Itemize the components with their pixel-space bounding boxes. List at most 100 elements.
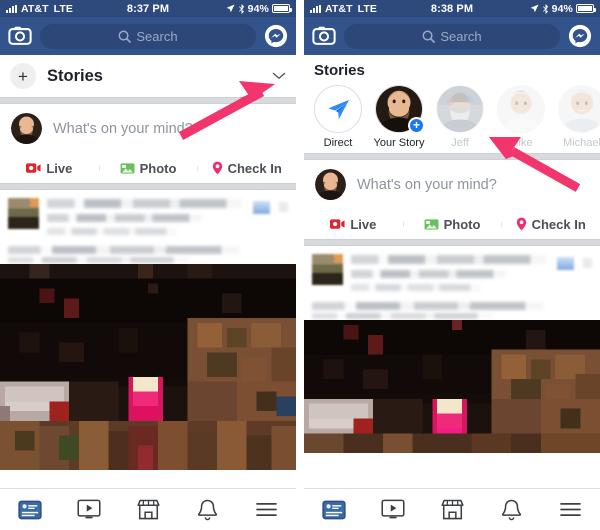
story-item-your-story[interactable]: + Your Story: [373, 85, 425, 149]
search-input[interactable]: Search: [344, 23, 560, 49]
messenger-icon[interactable]: [568, 24, 592, 48]
pixelated-food-photo: [0, 264, 296, 470]
story-avatar-mike[interactable]: [497, 85, 545, 133]
blurred-post-menu: [583, 258, 592, 268]
live-label: Live: [350, 216, 377, 232]
status-left-group: AT&T LTE: [6, 3, 73, 15]
blurred-post-header: [0, 190, 296, 264]
plus-icon: +: [18, 66, 28, 86]
bluetooth-icon: [542, 3, 548, 14]
messenger-icon[interactable]: [264, 24, 288, 48]
post-divider-band: [304, 239, 600, 246]
right-composer-actions: Live Photo Check In: [304, 209, 600, 239]
network-label: LTE: [357, 2, 377, 15]
battery-icon: [272, 4, 292, 13]
right-status-bar: AT&T LTE 8:38 PM 94%: [304, 0, 600, 17]
avatar-ring: [497, 85, 545, 133]
paper-plane-icon: [327, 99, 349, 119]
right-tab-bar: [304, 488, 600, 530]
post-divider-band: [0, 183, 296, 190]
add-story-button[interactable]: +: [10, 63, 36, 89]
avatar-ring: [558, 85, 600, 133]
status-right-group: 94%: [530, 2, 596, 15]
chevron-down-icon[interactable]: [272, 71, 286, 81]
tab-news-feed[interactable]: [304, 500, 363, 520]
tab-notifications[interactable]: [178, 499, 237, 521]
add-to-story-badge[interactable]: +: [408, 117, 425, 134]
status-left-group: AT&T LTE: [310, 3, 377, 15]
live-label: Live: [46, 160, 73, 176]
location-pin-icon: [516, 217, 526, 231]
photo-icon: [120, 162, 135, 174]
post-photo[interactable]: [304, 320, 600, 453]
composer-placeholder: What's on your mind?: [53, 120, 193, 137]
right-phone-screenshot: AT&T LTE 8:38 PM 94% Search Stories Dire…: [304, 0, 600, 530]
menu-hamburger-icon: [256, 502, 277, 516]
blurred-post-menu: [279, 202, 288, 212]
story-avatar-jeff[interactable]: [436, 85, 484, 133]
story-label: Direct: [323, 137, 353, 149]
post-photo[interactable]: [0, 264, 296, 470]
story-item-jeff[interactable]: Jeff: [434, 85, 486, 149]
story-label: Mike: [509, 137, 533, 149]
battery-icon: [576, 4, 596, 13]
checkin-button[interactable]: Check In: [197, 161, 296, 176]
marketplace-icon: [440, 499, 464, 520]
search-input[interactable]: Search: [40, 23, 256, 49]
tab-menu[interactable]: [541, 502, 600, 517]
news-feed-icon: [17, 500, 42, 519]
stories-carousel[interactable]: Direct + Your Story Jeff Mike Michael: [304, 81, 600, 153]
story-item-mike[interactable]: Mike: [495, 85, 547, 149]
story-item-michael[interactable]: Michael: [556, 85, 600, 149]
photo-button[interactable]: Photo: [98, 161, 198, 176]
tab-marketplace[interactable]: [422, 499, 481, 520]
tab-watch[interactable]: [59, 499, 118, 520]
news-feed-icon: [321, 500, 346, 519]
blurred-post-header: [304, 246, 600, 320]
tab-watch[interactable]: [363, 499, 422, 520]
status-right-group: 94%: [226, 2, 292, 15]
photo-button[interactable]: Photo: [402, 217, 502, 232]
notifications-bell-icon: [501, 499, 521, 520]
section-divider-band: [0, 97, 296, 104]
stories-title: Stories: [314, 62, 365, 79]
signal-bars-icon: [310, 4, 321, 13]
live-button[interactable]: Live: [304, 217, 403, 232]
story-avatar-own[interactable]: +: [375, 85, 425, 134]
camera-icon[interactable]: [312, 24, 336, 48]
blurred-post-badge: [557, 257, 574, 270]
tab-marketplace[interactable]: [118, 499, 177, 520]
story-avatar-michael[interactable]: [558, 85, 600, 133]
live-button[interactable]: Live: [0, 161, 99, 176]
tab-menu[interactable]: [237, 502, 296, 517]
carrier-label: AT&T: [21, 2, 49, 15]
right-facebook-header: Search: [304, 17, 600, 55]
left-status-bar: AT&T LTE 8:37 PM 94%: [0, 0, 296, 17]
tab-news-feed[interactable]: [0, 500, 59, 520]
story-item-direct[interactable]: Direct: [312, 85, 364, 149]
battery-percent-label: 94%: [247, 2, 269, 15]
story-label: Michael: [563, 137, 600, 149]
watch-video-icon: [77, 499, 101, 519]
watch-video-icon: [381, 499, 405, 519]
screenshot-stage: AT&T LTE 8:37 PM 94% Search + Stories Wh…: [0, 0, 600, 530]
left-stories-header-row[interactable]: + Stories: [0, 55, 296, 97]
live-video-icon: [330, 219, 345, 229]
location-arrow-icon: [226, 4, 235, 13]
right-status-composer[interactable]: What's on your mind?: [304, 160, 600, 209]
search-placeholder-label: Search: [136, 28, 178, 44]
composer-placeholder: What's on your mind?: [357, 176, 497, 193]
left-status-composer[interactable]: What's on your mind?: [0, 104, 296, 153]
bluetooth-icon: [238, 3, 244, 14]
camera-icon[interactable]: [8, 24, 32, 48]
direct-button[interactable]: [314, 85, 362, 133]
section-divider-band: [304, 153, 600, 160]
carrier-label: AT&T: [325, 2, 353, 15]
battery-percent-label: 94%: [551, 2, 573, 15]
checkin-button[interactable]: Check In: [501, 217, 600, 232]
story-label: Jeff: [451, 137, 469, 149]
left-phone-screenshot: AT&T LTE 8:37 PM 94% Search + Stories Wh…: [0, 0, 296, 530]
marketplace-icon: [136, 499, 160, 520]
tab-notifications[interactable]: [482, 499, 541, 521]
network-label: LTE: [53, 2, 73, 15]
